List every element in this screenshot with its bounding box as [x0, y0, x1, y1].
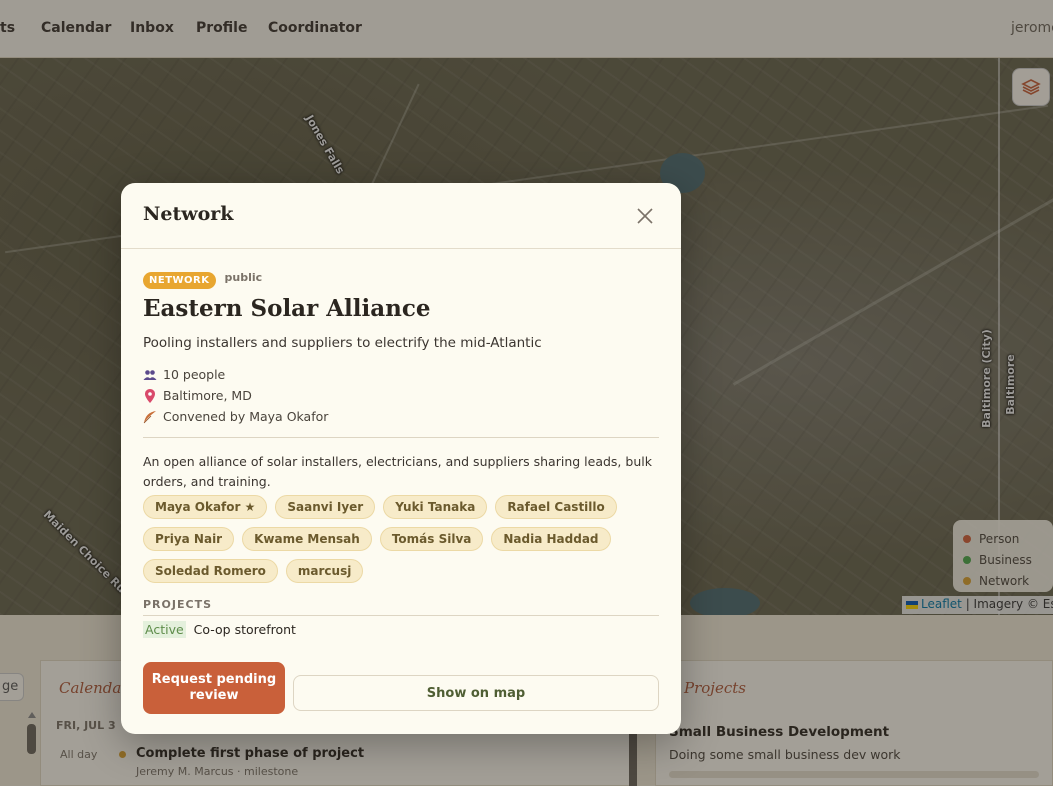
member-chip[interactable]: Tomás Silva	[379, 527, 484, 551]
network-modal: Network NETWORK public Eastern Solar All…	[121, 183, 681, 734]
people-count-row: 10 people	[143, 367, 225, 382]
network-tagline: Pooling installers and suppliers to elec…	[143, 335, 542, 351]
project-name: Co-op storefront	[193, 622, 296, 637]
request-pending-review-button[interactable]: Request pending review	[143, 662, 285, 714]
modal-header: Network	[121, 183, 681, 249]
member-chip[interactable]: Nadia Haddad	[491, 527, 611, 551]
member-chip[interactable]: Saanvi Iyer	[275, 495, 376, 519]
member-chip[interactable]: Maya Okafor ★	[143, 495, 268, 519]
projects-section-label: PROJECTS	[143, 598, 212, 611]
visibility-label: public	[224, 271, 263, 284]
member-chip[interactable]: marcusj	[285, 559, 364, 583]
member-chip[interactable]: Yuki Tanaka	[383, 495, 488, 519]
project-row[interactable]: Active Co-op storefront	[143, 621, 296, 638]
project-status-badge: Active	[143, 621, 186, 638]
modal-title: Network	[143, 203, 234, 225]
convener-row: Convened by Maya Okafor	[143, 409, 328, 424]
network-description: An open alliance of solar installers, el…	[143, 454, 652, 489]
location-row: Baltimore, MD	[143, 388, 252, 403]
badge-row: NETWORK public	[143, 271, 263, 289]
feather-icon	[143, 410, 157, 424]
show-on-map-button[interactable]: Show on map	[293, 675, 659, 711]
close-icon[interactable]	[635, 206, 655, 226]
pin-icon	[143, 388, 157, 403]
member-chips: Maya Okafor ★ Saanvi Iyer Yuki Tanaka Ra…	[143, 495, 663, 583]
member-chip[interactable]: Kwame Mensah	[242, 527, 372, 551]
projects-divider	[143, 615, 659, 616]
network-name: Eastern Solar Alliance	[143, 295, 431, 322]
section-divider	[143, 437, 659, 438]
people-icon	[143, 369, 157, 381]
network-badge: NETWORK	[143, 272, 216, 289]
member-chip[interactable]: Rafael Castillo	[495, 495, 617, 519]
member-chip[interactable]: Soledad Romero	[143, 559, 278, 583]
member-chip[interactable]: Priya Nair	[143, 527, 235, 551]
